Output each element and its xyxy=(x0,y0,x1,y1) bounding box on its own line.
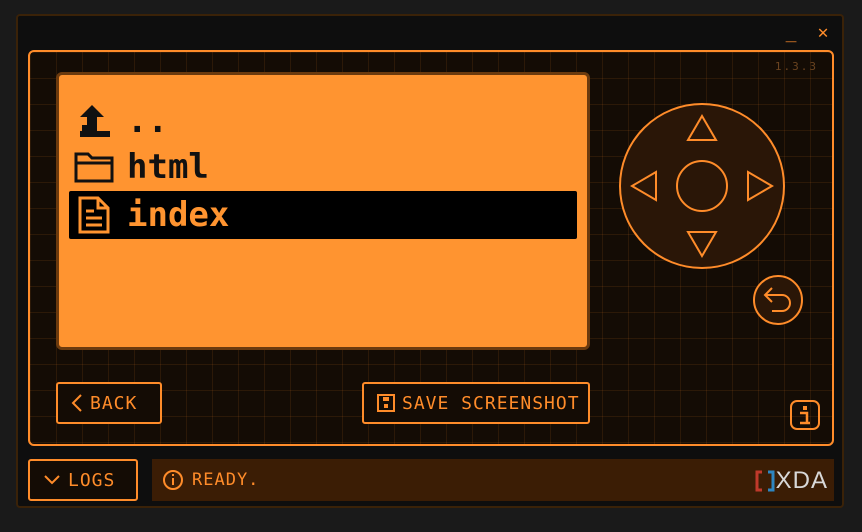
info-button[interactable] xyxy=(788,398,822,432)
file-name: index xyxy=(127,195,230,235)
chevron-left-icon xyxy=(70,393,84,413)
close-button[interactable]: ✕ xyxy=(814,24,832,42)
file-name: html xyxy=(127,147,209,187)
logs-button-label: LOGS xyxy=(68,469,116,491)
file-row-index[interactable]: index xyxy=(69,191,577,239)
file-row-parent[interactable]: .. xyxy=(69,97,577,145)
xda-logo-icon xyxy=(755,470,775,492)
file-icon xyxy=(69,195,119,235)
return-button[interactable] xyxy=(752,274,804,326)
file-browser-screen: .. html index xyxy=(56,72,590,350)
back-button[interactable]: BACK xyxy=(56,382,162,424)
dpad xyxy=(619,103,785,269)
parent-folder-icon xyxy=(69,101,119,141)
window-controls: _ ✕ xyxy=(782,24,832,42)
chevron-down-icon xyxy=(42,473,62,487)
device-panel: 1.3.3 .. html index BACK SAVE SCREENSHOT xyxy=(28,50,834,446)
folder-icon xyxy=(69,147,119,187)
file-row-html[interactable]: html xyxy=(69,143,577,191)
info-icon xyxy=(790,400,820,430)
save-screenshot-button[interactable]: SAVE SCREENSHOT xyxy=(362,382,590,424)
status-text: READY. xyxy=(192,470,260,490)
watermark-text: XDA xyxy=(775,467,828,494)
file-name: .. xyxy=(127,101,168,141)
info-circle-icon xyxy=(162,469,184,491)
logs-button[interactable]: LOGS xyxy=(28,459,138,501)
save-icon xyxy=(376,393,396,413)
xda-watermark: XDA xyxy=(754,467,828,495)
save-button-label: SAVE SCREENSHOT xyxy=(402,392,580,414)
minimize-button[interactable]: _ xyxy=(782,24,800,42)
status-bar: READY. XDA xyxy=(152,459,834,501)
dpad-center-button[interactable] xyxy=(676,160,728,212)
back-button-label: BACK xyxy=(90,392,138,414)
version-label: 1.3.3 xyxy=(774,60,818,73)
